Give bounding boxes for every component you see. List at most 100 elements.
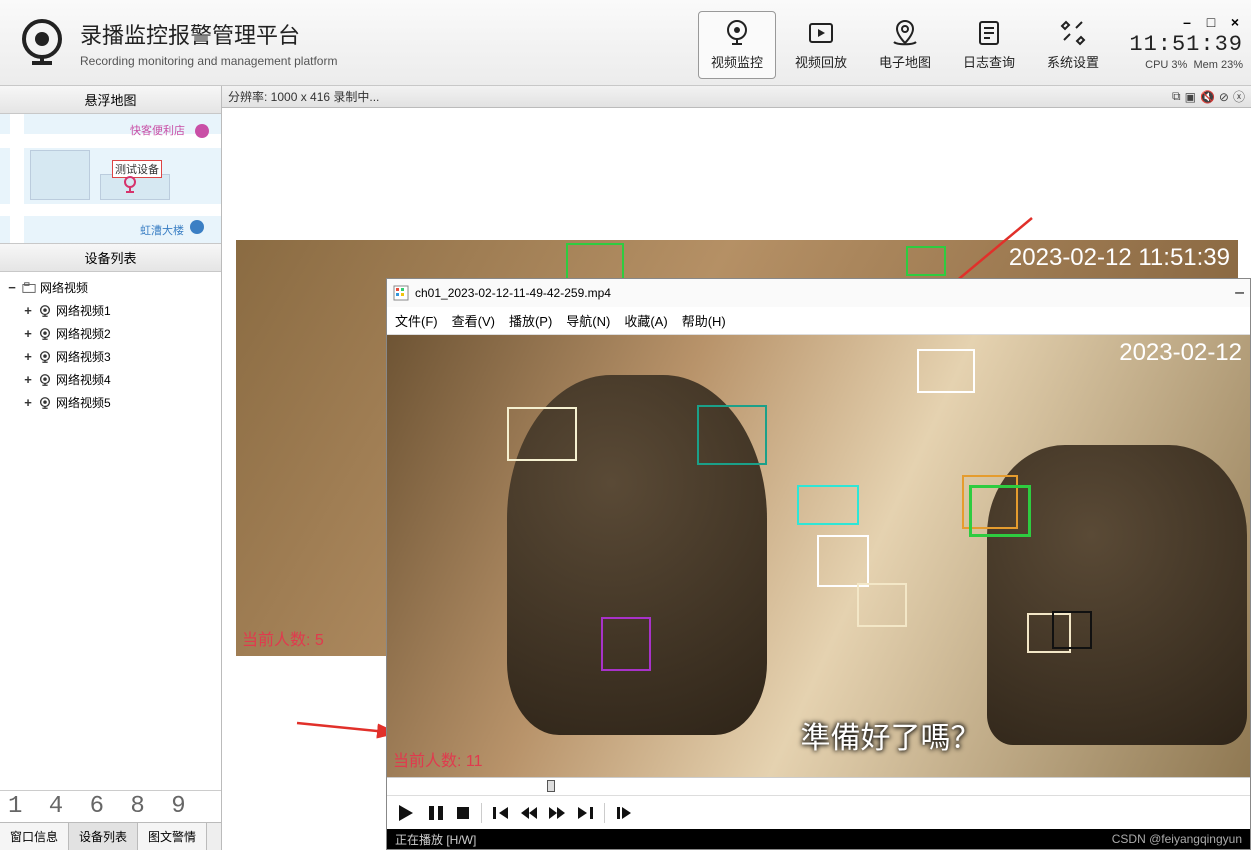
- tree-item[interactable]: + 网络视频1: [0, 299, 221, 322]
- tab-window-info[interactable]: 窗口信息: [0, 823, 69, 850]
- watermark-text: CSDN @feiyangqingyun: [1112, 832, 1242, 846]
- camera-icon: [38, 373, 52, 387]
- content-area: 分辨率: 1000 x 416 录制中... ⧉ ▣ 🔇 ⊘ ⓧ 2023-02…: [222, 86, 1251, 850]
- sysinfo: CPU 3% Mem 23%: [1124, 59, 1243, 71]
- map-poi-building: 虹漕大楼: [140, 222, 184, 238]
- tree-item[interactable]: + 网络视频3: [0, 345, 221, 368]
- stop-button[interactable]: [455, 805, 471, 821]
- tree-item-label: 网络视频2: [56, 325, 111, 342]
- tree-item[interactable]: + 网络视频2: [0, 322, 221, 345]
- tree-item-label: 网络视频4: [56, 371, 111, 388]
- player-menubar: 文件(F) 查看(V) 播放(P) 导航(N) 收藏(A) 帮助(H): [387, 307, 1250, 335]
- menu-file[interactable]: 文件(F): [395, 311, 438, 330]
- map-poi-store: 快客便利店: [130, 122, 185, 138]
- app-header: 录播监控报警管理平台 Recording monitoring and mana…: [0, 0, 1251, 86]
- logo-area: 录播监控报警管理平台 Recording monitoring and mana…: [0, 15, 351, 71]
- detection-box: [857, 583, 907, 627]
- record-icon[interactable]: ⧉: [1172, 89, 1181, 104]
- expand-icon[interactable]: +: [22, 303, 34, 318]
- close-video-icon[interactable]: ⓧ: [1233, 88, 1245, 105]
- video-statusbar: 分辨率: 1000 x 416 录制中... ⧉ ▣ 🔇 ⊘ ⓧ: [222, 86, 1251, 108]
- pause-button[interactable]: [427, 804, 445, 822]
- tree-item[interactable]: +网络视频5: [0, 391, 221, 414]
- menu-nav[interactable]: 导航(N): [566, 311, 610, 330]
- next-track-button[interactable]: [576, 805, 594, 821]
- header-meta: – □ × 11:51:39 CPU 3% Mem 23%: [1116, 10, 1251, 75]
- nav-video-monitor[interactable]: 视频监控: [698, 11, 776, 79]
- tab-device-list[interactable]: 设备列表: [69, 823, 138, 850]
- collapse-icon[interactable]: −: [6, 280, 18, 295]
- menu-play[interactable]: 播放(P): [509, 311, 552, 330]
- tree-root[interactable]: − 网络视频: [0, 276, 221, 299]
- expand-icon[interactable]: +: [22, 395, 34, 410]
- detection-box: [969, 485, 1031, 537]
- clock: 11:51:39: [1124, 32, 1243, 57]
- nav-label: 视频监控: [711, 52, 763, 71]
- player-minimize-icon[interactable]: –: [1235, 284, 1244, 302]
- player-video-frame[interactable]: 2023-02-12 準備好了嗎？ 当前人数: 11: [387, 335, 1250, 777]
- player-timestamp: 2023-02-12: [1119, 339, 1242, 367]
- nav-label: 视频回放: [795, 52, 847, 71]
- forward-button[interactable]: [548, 805, 566, 821]
- player-filename: ch01_2023-02-12-11-49-42-259.mp4: [415, 286, 611, 300]
- menu-fav[interactable]: 收藏(A): [624, 311, 667, 330]
- scrub-marker[interactable]: [547, 780, 555, 792]
- video-subtitle: 準備好了嗎？: [801, 713, 981, 757]
- mem-usage: Mem 23%: [1193, 59, 1243, 71]
- play-button[interactable]: [395, 802, 417, 824]
- expand-icon[interactable]: +: [22, 349, 34, 364]
- camera-icon: [38, 396, 52, 410]
- snapshot-icon[interactable]: ▣: [1185, 90, 1196, 104]
- playback-status: 正在播放 [H/W]: [395, 831, 476, 848]
- tree-item[interactable]: + 网络视频4: [0, 368, 221, 391]
- prev-track-button[interactable]: [492, 805, 510, 821]
- camera-icon: [38, 350, 52, 364]
- media-file-icon: [393, 285, 409, 301]
- detection-box: [566, 243, 624, 283]
- expand-icon[interactable]: +: [22, 326, 34, 341]
- counter-display: 1 4 6 8 9: [0, 790, 221, 822]
- detection-box: [906, 246, 946, 276]
- maximize-button[interactable]: □: [1203, 14, 1219, 30]
- sidebar-tabs: 窗口信息 设备列表 图文警情: [0, 822, 221, 850]
- menu-view[interactable]: 查看(V): [452, 311, 495, 330]
- tree-item-label: 网络视频1: [56, 302, 111, 319]
- close-button[interactable]: ×: [1227, 14, 1243, 30]
- device-panel-title: 设备列表: [0, 244, 221, 272]
- minimize-button[interactable]: –: [1179, 14, 1195, 30]
- detection-box: [917, 349, 975, 393]
- detection-box: [507, 407, 577, 461]
- poi-dot-icon: [190, 220, 204, 234]
- step-button[interactable]: [615, 805, 633, 821]
- nav-emap[interactable]: 电子地图: [866, 11, 944, 79]
- nav-video-playback[interactable]: 视频回放: [782, 11, 860, 79]
- expand-icon[interactable]: +: [22, 372, 34, 387]
- nav-label: 系统设置: [1047, 52, 1099, 71]
- player-scrubber[interactable]: [387, 777, 1250, 795]
- detection-box: [797, 485, 859, 525]
- menu-help[interactable]: 帮助(H): [682, 311, 726, 330]
- mute-icon[interactable]: 🔇: [1200, 90, 1215, 104]
- tab-alerts[interactable]: 图文警情: [138, 823, 207, 850]
- app-subtitle: Recording monitoring and management plat…: [80, 54, 337, 68]
- nav-settings[interactable]: 系统设置: [1034, 11, 1112, 79]
- media-player-window: ch01_2023-02-12-11-49-42-259.mp4 – 文件(F)…: [386, 278, 1251, 850]
- alarm-icon[interactable]: ⊘: [1219, 90, 1229, 104]
- cpu-usage: CPU 3%: [1145, 59, 1187, 71]
- nav-log-query[interactable]: 日志查询: [950, 11, 1028, 79]
- rewind-button[interactable]: [520, 805, 538, 821]
- resolution-text: 分辨率: 1000 x 416 录制中...: [228, 88, 379, 105]
- video-timestamp: 2023-02-12 11:51:39: [1009, 244, 1230, 272]
- nav-label: 电子地图: [879, 52, 931, 71]
- tree-item-label: 网络视频3: [56, 348, 111, 365]
- map-panel-title: 悬浮地图: [0, 86, 221, 114]
- camera-icon: [38, 304, 52, 318]
- detection-box: [817, 535, 869, 587]
- player-titlebar[interactable]: ch01_2023-02-12-11-49-42-259.mp4 –: [387, 279, 1250, 307]
- detection-box: [697, 405, 767, 465]
- tree-root-label: 网络视频: [40, 279, 88, 296]
- nav-label: 日志查询: [963, 52, 1015, 71]
- mini-map[interactable]: 快客便利店 测试设备 虹漕大楼: [0, 114, 221, 244]
- map-pin-icon: [122, 176, 138, 197]
- camera-icon: [38, 327, 52, 341]
